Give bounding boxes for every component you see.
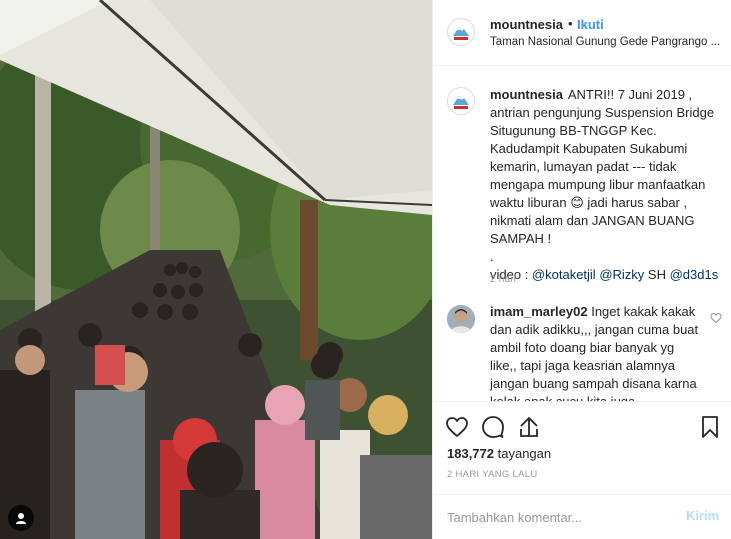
follow-button[interactable]: Ikuti (577, 17, 604, 32)
send-comment-button[interactable]: Kirim (686, 508, 719, 523)
mention-kotaketjil[interactable]: @kotaketjil (532, 267, 596, 282)
post-header: mountnesia • Ikuti Taman Nasional Gunung… (433, 0, 731, 66)
post-date[interactable]: 2 HARI YANG LALU (447, 469, 538, 480)
caption-dot-line: . (490, 249, 494, 264)
caption-credits: video : @kotaketjil @Rizky SH @d3d1s (490, 266, 724, 284)
avatar[interactable] (447, 18, 475, 46)
comment-text: imam_marley02 Inget kakak kakak dan adik… (490, 303, 702, 401)
view-count-number: 183,772 (447, 446, 494, 461)
small-heart-icon[interactable] (710, 311, 722, 329)
caption-username[interactable]: mountnesia (490, 87, 563, 102)
sh-text: SH (644, 267, 670, 282)
view-count-label: tayangan (497, 446, 552, 461)
caption-text: mountnesia ANTRI!! 7 Juni 2019 , antrian… (490, 86, 724, 284)
comment-icon[interactable] (481, 415, 505, 439)
separator-dot: • (568, 16, 573, 31)
post-details-panel: mountnesia • Ikuti Taman Nasional Gunung… (432, 0, 731, 539)
caption-time[interactable]: 2 hari (490, 274, 516, 285)
location-link[interactable]: Taman Nasional Gunung Gede Pangrango ... (490, 36, 722, 48)
bookmark-icon[interactable] (698, 415, 722, 439)
post-video[interactable] (0, 0, 432, 539)
comment-input[interactable] (447, 507, 667, 527)
video-camera-icon (8, 505, 34, 531)
action-bar (433, 401, 731, 451)
video-frame (0, 0, 432, 539)
header-username[interactable]: mountnesia (490, 17, 563, 32)
caption-body-1: ANTRI!! 7 Juni 2019 , antrian pengunjung… (490, 87, 715, 210)
share-icon[interactable] (517, 415, 541, 439)
mention-rizky[interactable]: @Rizky (599, 267, 644, 282)
smile-emoji: 😊 (570, 195, 584, 210)
comments-list[interactable]: mountnesia ANTRI!! 7 Juni 2019 , antrian… (433, 66, 731, 401)
commenter-avatar[interactable] (447, 305, 475, 333)
mention-d3d1s[interactable]: @d3d1s (670, 267, 719, 282)
commenter-username[interactable]: imam_marley02 (490, 304, 588, 319)
add-comment-form: Kirim (433, 494, 731, 539)
view-count: 183,772 tayangan (447, 446, 551, 461)
caption-avatar[interactable] (447, 87, 475, 115)
heart-icon[interactable] (445, 415, 469, 439)
